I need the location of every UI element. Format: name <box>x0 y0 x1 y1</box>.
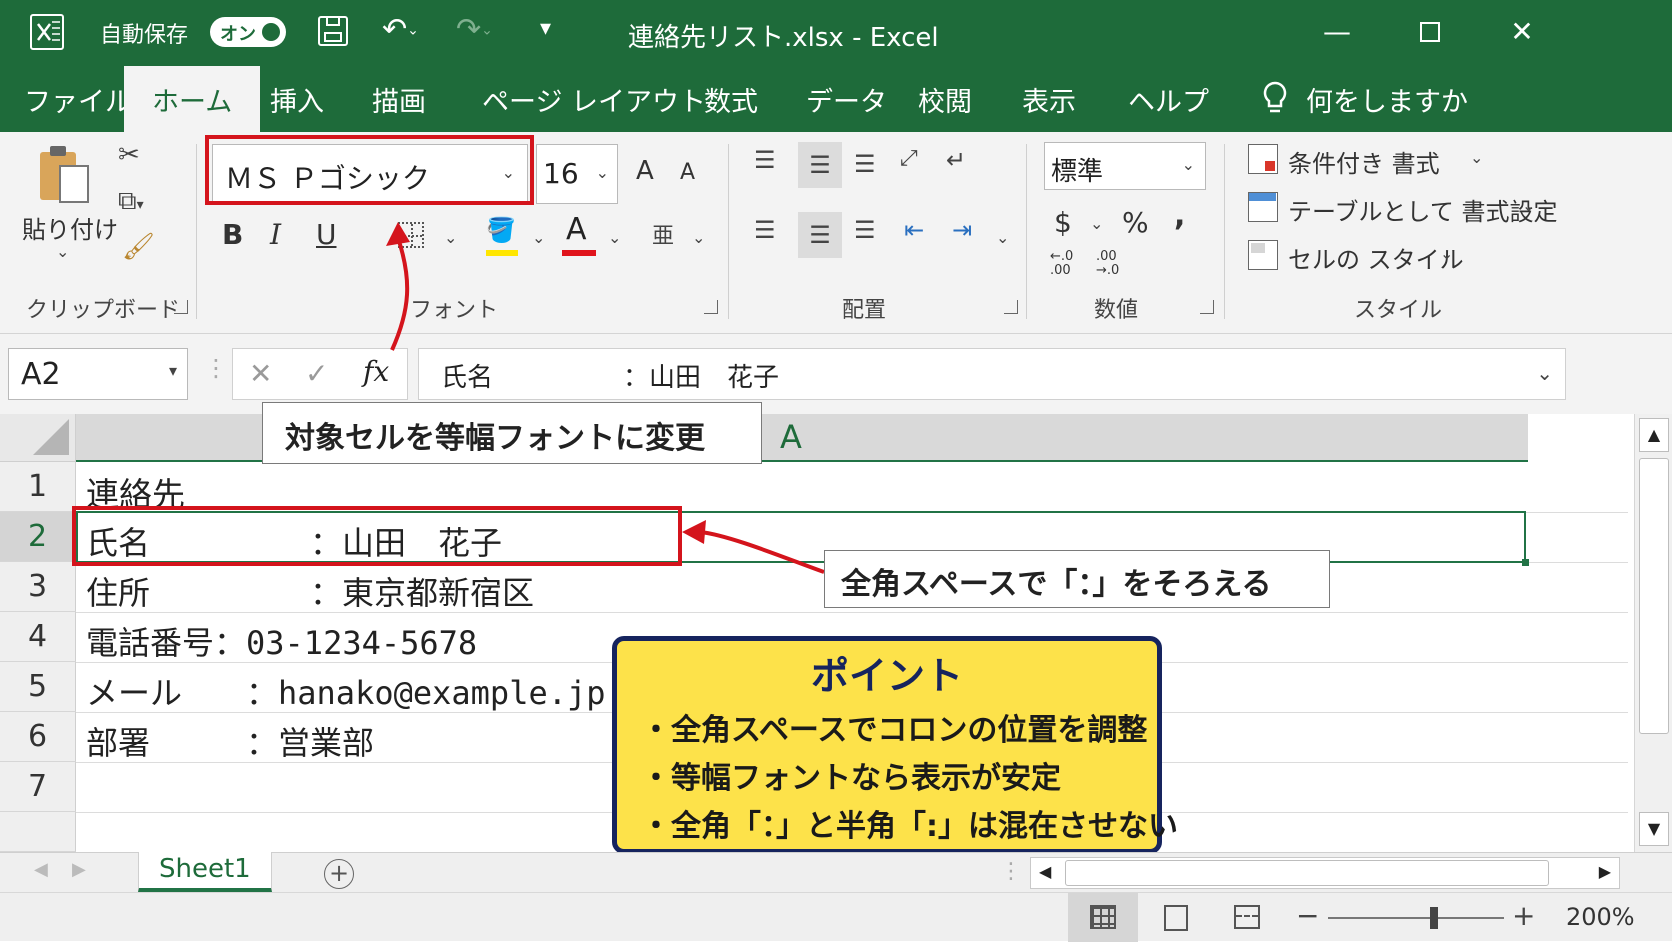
zoom-slider[interactable] <box>1328 907 1504 929</box>
zoom-level[interactable]: 200% <box>1566 903 1635 931</box>
align-callout-text: 全角スペースで「：」をそろえる <box>841 567 1272 602</box>
align-callout: 全角スペースで「：」をそろえる <box>824 550 1330 608</box>
sheet-tab-sheet1[interactable]: Sheet1 <box>138 852 272 892</box>
next-sheet-icon[interactable]: ▶ <box>72 859 86 880</box>
point-box: ポイント ・全角スペースでコロンの位置を調整 ・等幅フォントなら表示が安定 ・全… <box>612 636 1178 854</box>
point-title: ポイント <box>810 654 963 698</box>
prev-sheet-icon[interactable]: ◀ <box>34 859 48 880</box>
zoom-thumb[interactable] <box>1430 907 1438 929</box>
page-break-view-icon[interactable] <box>1234 905 1260 929</box>
sheet-tab-bar: ◀ ▶ Sheet1 + ⋮ ◀ ▶ <box>0 852 1672 892</box>
point-item: ・全角「：」と半角「:」は混在させない <box>641 809 1178 844</box>
grip-icon: ⋮ <box>1000 859 1022 884</box>
font-callout-text: 対象セルを等幅フォントに変更 <box>285 421 705 456</box>
page-layout-view-icon[interactable] <box>1164 905 1188 931</box>
scroll-thumb[interactable] <box>1065 860 1549 886</box>
zoom-in-icon[interactable]: + <box>1512 899 1535 932</box>
normal-view-icon[interactable] <box>1068 893 1138 942</box>
horizontal-scrollbar[interactable]: ◀ ▶ <box>1030 857 1620 889</box>
font-callout: 対象セルを等幅フォントに変更 <box>262 402 762 464</box>
point-item: ・等幅フォントなら表示が安定 <box>641 761 1061 796</box>
status-bar: − + 200% <box>0 892 1672 942</box>
scroll-left-icon[interactable]: ◀ <box>1039 862 1051 881</box>
sheet-tab-label: Sheet1 <box>159 854 251 884</box>
add-sheet-icon[interactable]: + <box>324 859 354 889</box>
point-item: ・全角スペースでコロンの位置を調整 <box>641 713 1148 748</box>
scroll-right-icon[interactable]: ▶ <box>1599 862 1611 881</box>
zoom-out-icon[interactable]: − <box>1296 899 1319 932</box>
